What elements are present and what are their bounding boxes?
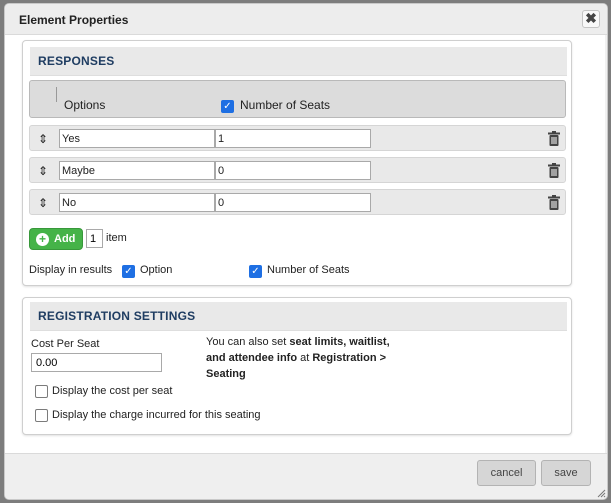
responses-title: RESPONSES (38, 54, 115, 68)
display-option-checkbox[interactable]: ✓ (122, 263, 135, 278)
response-row: ⇕ (29, 189, 566, 215)
seats-input[interactable] (215, 161, 371, 180)
checkmark-icon: ✓ (249, 265, 262, 278)
display-option-label: Option (140, 264, 173, 276)
options-column-label: Options (64, 98, 106, 112)
drag-handle-icon[interactable]: ⇕ (38, 132, 48, 146)
cost-per-seat-input[interactable] (31, 353, 162, 372)
element-properties-dialog: Element Properties ✖ RESPONSES Options ✓… (4, 3, 608, 500)
option-input[interactable] (59, 129, 215, 148)
responses-panel: RESPONSES Options ✓ Number of Seats ⇕ ⇕ (22, 40, 572, 286)
seating-info-text: You can also set seat limits, waitlist, … (206, 336, 390, 380)
drag-handle-icon[interactable]: ⇕ (38, 196, 48, 210)
display-cost-checkbox[interactable] (35, 385, 48, 398)
trash-icon[interactable] (548, 131, 560, 146)
dialog-titlebar[interactable]: Element Properties ✖ (5, 4, 607, 35)
close-button[interactable]: ✖ (582, 10, 600, 28)
dialog-footer: cancel save (5, 453, 607, 499)
drag-handle-icon[interactable]: ⇕ (38, 164, 48, 178)
checkmark-icon: ✓ (122, 265, 135, 278)
resize-grip-icon[interactable] (596, 488, 606, 498)
cost-per-seat-label: Cost Per Seat (31, 338, 100, 350)
response-row: ⇕ (29, 125, 566, 151)
trash-icon[interactable] (548, 163, 560, 178)
option-input[interactable] (59, 193, 215, 212)
dialog-title: Element Properties (19, 13, 129, 27)
display-in-results-label: Display in results (29, 264, 113, 276)
save-button[interactable]: save (541, 460, 591, 486)
option-input[interactable] (59, 161, 215, 180)
checkmark-icon: ✓ (221, 100, 234, 113)
responses-column-header: Options ✓ Number of Seats (29, 80, 566, 118)
display-charge-checkbox[interactable] (35, 409, 48, 422)
number-of-seats-column-checkbox[interactable]: ✓ (221, 98, 234, 113)
close-icon: ✖ (585, 10, 597, 26)
registration-settings-title: REGISTRATION SETTINGS (38, 309, 196, 323)
seats-input[interactable] (215, 129, 371, 148)
display-seats-label: Number of Seats (267, 264, 350, 276)
add-quantity-input[interactable] (86, 229, 103, 248)
display-seats-checkbox[interactable]: ✓ (249, 263, 262, 278)
response-row: ⇕ (29, 157, 566, 183)
number-of-seats-column-label: Number of Seats (240, 98, 331, 112)
add-button-label: Add (54, 233, 76, 245)
responses-header: RESPONSES (30, 47, 567, 76)
registration-settings-header: REGISTRATION SETTINGS (30, 302, 567, 331)
add-button[interactable]: + Add (29, 228, 83, 250)
add-quantity-unit: item (106, 232, 127, 244)
display-charge-label: Display the charge incurred for this sea… (52, 409, 261, 421)
plus-icon: + (36, 233, 49, 246)
seats-input[interactable] (215, 193, 371, 212)
trash-icon[interactable] (548, 195, 560, 210)
cancel-button[interactable]: cancel (477, 460, 536, 486)
column-divider (56, 87, 57, 102)
dialog-content: RESPONSES Options ✓ Number of Seats ⇕ ⇕ (5, 35, 607, 453)
display-cost-label: Display the cost per seat (52, 385, 173, 397)
registration-settings-panel: REGISTRATION SETTINGS Cost Per Seat You … (22, 297, 572, 435)
scrollbar[interactable] (605, 35, 607, 453)
